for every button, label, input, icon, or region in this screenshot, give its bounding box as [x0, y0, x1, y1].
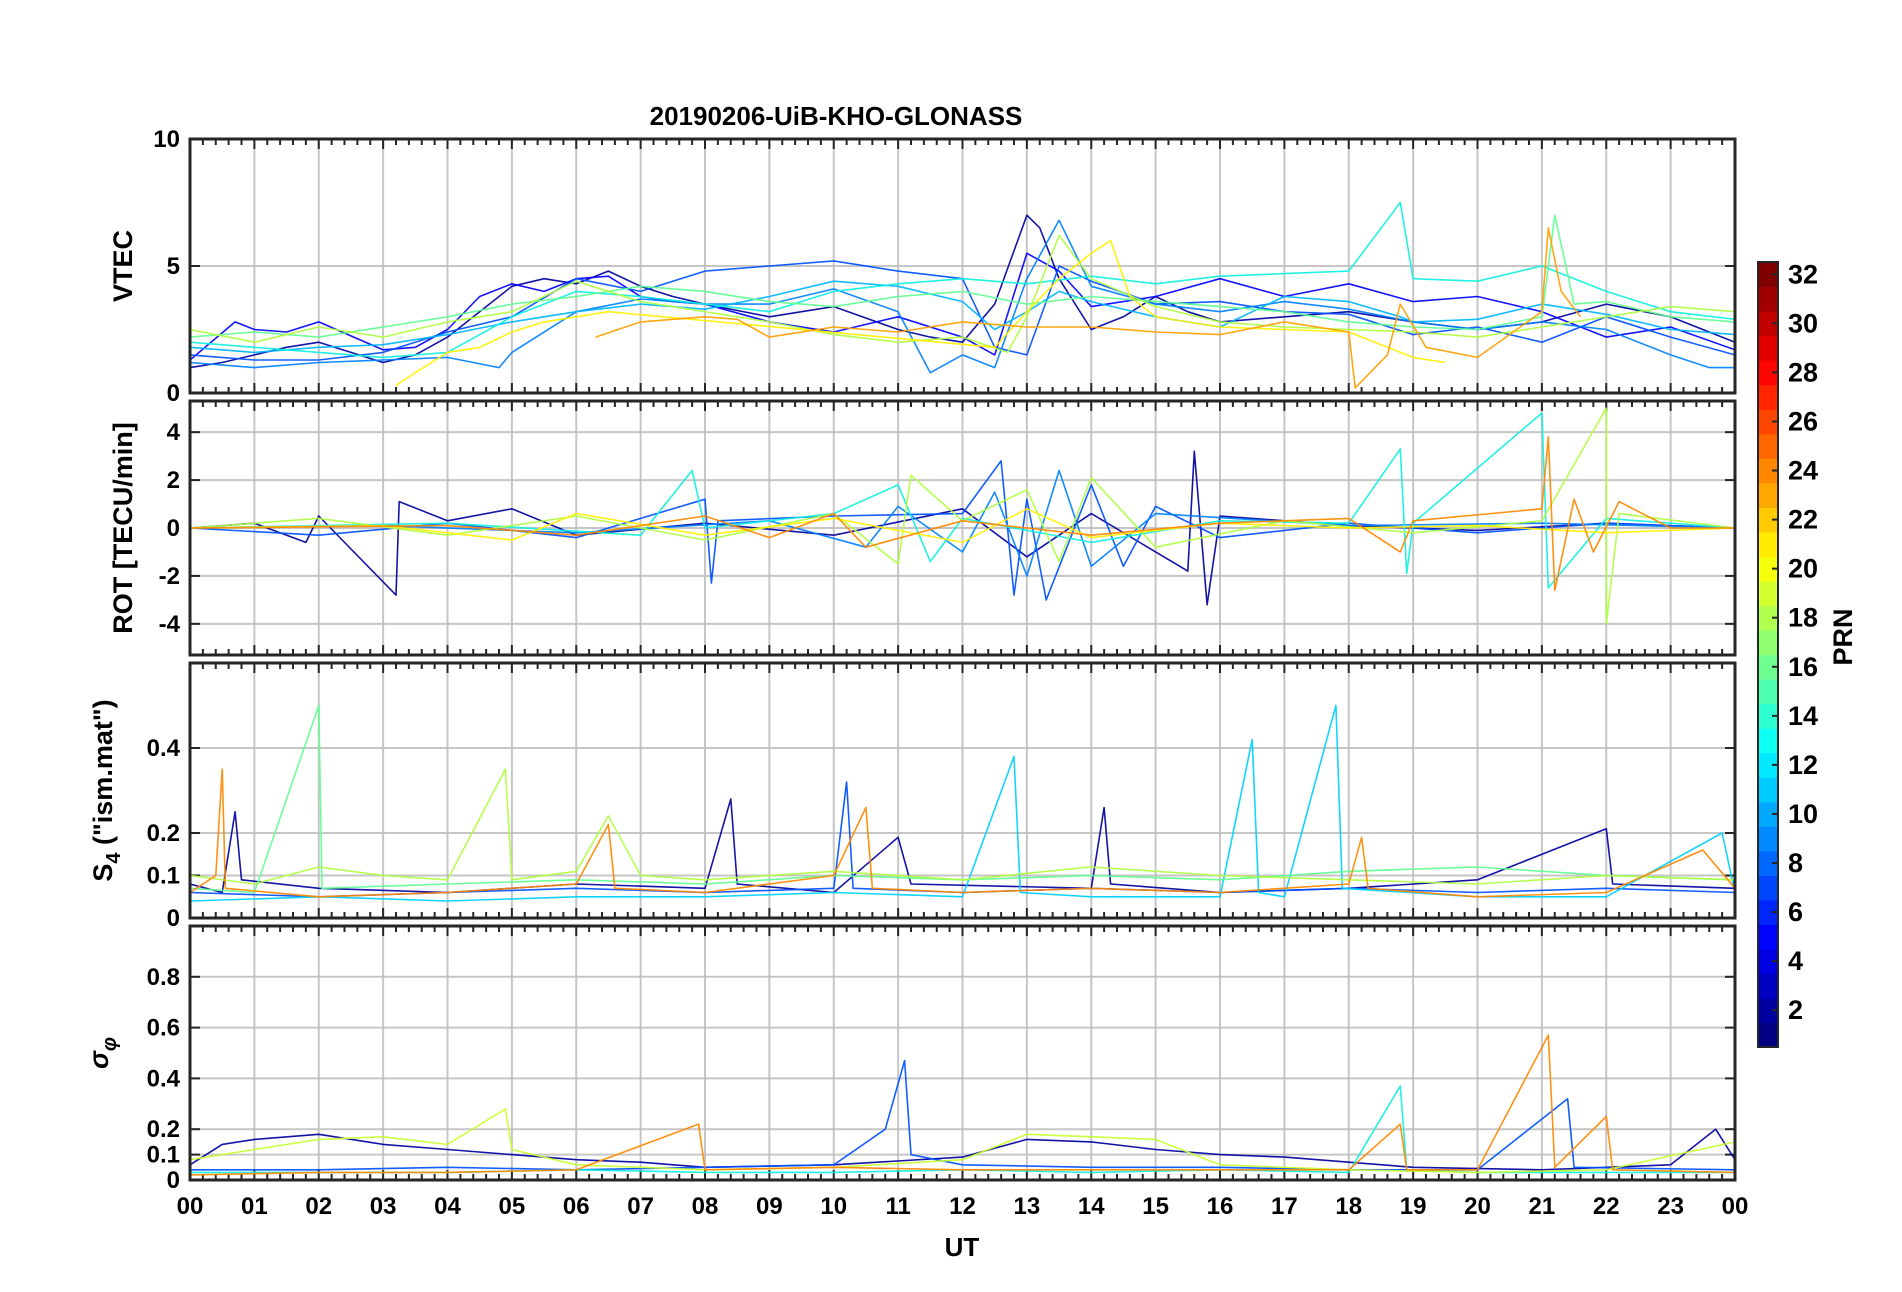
colorbar-tick-label: 24	[1788, 456, 1818, 486]
colorbar-tick-label: 6	[1788, 897, 1803, 927]
y-tick-label-vtec: 0	[167, 380, 180, 407]
y-tick-label-rot: -2	[159, 563, 180, 590]
y-tick-label-s4: 0	[167, 905, 180, 932]
colorbar-swatch	[1758, 728, 1778, 754]
panel-rot: -4 -2 0 2 4 ROT [TECU/min]	[108, 399, 1737, 657]
colorbar-swatch	[1758, 1022, 1778, 1048]
colorbar-tick-label: 30	[1788, 308, 1818, 338]
y-tick-label-sigma: 0	[167, 1167, 180, 1194]
x-tick-label: 05	[499, 1193, 526, 1220]
panel-vtec: 0 5 10 VTEC	[108, 126, 1737, 407]
colorbar-swatch	[1758, 973, 1778, 999]
colorbar: 2468101214161820222426283032	[1757, 259, 1818, 1048]
panel-s4: 0 0.1 0.2 0.4 S4 ("ism.mat")	[88, 661, 1737, 932]
x-tick-label: 06	[563, 1193, 590, 1220]
x-tick-label: 00	[177, 1193, 204, 1220]
colorbar-tick-label: 10	[1788, 799, 1818, 829]
x-tick-label: 23	[1657, 1193, 1684, 1220]
colorbar-swatch	[1758, 433, 1778, 459]
y-tick-label-vtec: 5	[167, 253, 180, 280]
colorbar-tick-label: 20	[1788, 554, 1818, 584]
colorbar-tick-label: 26	[1788, 406, 1818, 436]
x-axis-label: UT	[945, 1232, 980, 1262]
x-tick-label: 08	[692, 1193, 719, 1220]
chart-title: 20190206-UiB-KHO-GLONASS	[650, 101, 1023, 131]
x-tick-label: 11	[885, 1193, 910, 1220]
y-axis-label-vtec: VTEC	[108, 230, 138, 302]
y-tick-label-s4: 0.4	[147, 735, 181, 762]
x-tick-label: 04	[434, 1193, 461, 1220]
x-tick-label: 20	[1464, 1193, 1491, 1220]
colorbar-swatch	[1758, 826, 1778, 852]
colorbar-swatch	[1758, 629, 1778, 656]
y-tick-label-sigma: 0.1	[147, 1142, 180, 1169]
x-tick-label: 22	[1593, 1193, 1620, 1220]
colorbar-tick-label: 28	[1788, 357, 1818, 387]
y-axis-label-rot: ROT [TECU/min]	[108, 422, 138, 633]
colorbar-swatch	[1758, 531, 1778, 557]
colorbar-tick-label: 22	[1788, 505, 1818, 535]
colorbar-tick-label: 18	[1788, 603, 1818, 633]
y-tick-label-s4: 0.2	[147, 820, 180, 847]
x-tick-label: 12	[949, 1193, 976, 1220]
y-tick-label-sigma: 0.4	[147, 1065, 181, 1092]
colorbar-swatch	[1758, 482, 1778, 508]
y-tick-label-rot: 2	[167, 467, 180, 494]
y-tick-label-rot: -4	[159, 611, 181, 638]
colorbar-tick-label: 8	[1788, 848, 1803, 878]
colorbar-tick-label: 14	[1788, 701, 1818, 731]
panels: 0510VTEC-4-2024ROT [TECU/min]00.10.20.4S…	[84, 126, 1748, 1220]
colorbar-tick-label: 12	[1788, 750, 1818, 780]
x-tick-label: 21	[1529, 1193, 1556, 1220]
colorbar-tick-label: 32	[1788, 259, 1818, 289]
y-tick-label-rot: 4	[167, 419, 181, 446]
x-tick-label: 16	[1207, 1193, 1234, 1220]
x-tick-label: 09	[756, 1193, 783, 1220]
colorbar-swatch	[1758, 679, 1778, 705]
y-tick-label-sigma: 0.8	[147, 964, 180, 991]
y-tick-label-sigma: 0.6	[147, 1015, 180, 1042]
y-axis-label-s4: S4 ("ism.mat")	[88, 699, 125, 881]
panel-sigma: 00.10.2 0.4 0.6 0.8 σφ 00 01 02 03 04 05 06 07 08 09 10…	[84, 924, 1749, 1220]
y-axis-label-sigma: σφ	[84, 1037, 121, 1069]
colorbar-swatch	[1758, 580, 1778, 607]
colorbar-swatch	[1758, 384, 1778, 410]
y-tick-label-sigma: 0.2	[147, 1116, 180, 1143]
x-tick-label: 13	[1014, 1193, 1041, 1220]
x-tick-label: 03	[370, 1193, 397, 1220]
colorbar-label: PRN	[1828, 608, 1858, 665]
x-tick-label: 07	[627, 1193, 654, 1220]
x-tick-label: 00	[1722, 1193, 1749, 1220]
y-tick-label-rot: 0	[167, 515, 180, 542]
y-tick-label-vtec: 10	[153, 126, 180, 153]
x-tick-label: 14	[1078, 1193, 1105, 1220]
x-tick-label: 02	[305, 1193, 332, 1220]
y-tick-label-s4: 0.1	[147, 863, 180, 890]
x-tick-label: 10	[820, 1193, 847, 1220]
colorbar-swatch	[1758, 875, 1778, 901]
x-tick-label: 18	[1335, 1193, 1362, 1220]
x-tick-label: 01	[241, 1193, 268, 1220]
colorbar-swatch	[1758, 924, 1778, 950]
x-tick-label: 15	[1142, 1193, 1169, 1220]
colorbar-tick-label: 2	[1788, 995, 1803, 1025]
colorbar-swatch	[1758, 335, 1778, 361]
colorbar-tick-label: 4	[1788, 946, 1803, 976]
colorbar-swatch	[1758, 286, 1778, 312]
x-tick-label: 19	[1400, 1193, 1427, 1220]
colorbar-tick-label: 16	[1788, 652, 1818, 682]
x-tick-label: 17	[1271, 1193, 1298, 1220]
figure: 20190206-UiB-KHO-GLONASS 0510VTEC-4-2024…	[84, 101, 1858, 1262]
colorbar-swatch	[1758, 777, 1778, 803]
